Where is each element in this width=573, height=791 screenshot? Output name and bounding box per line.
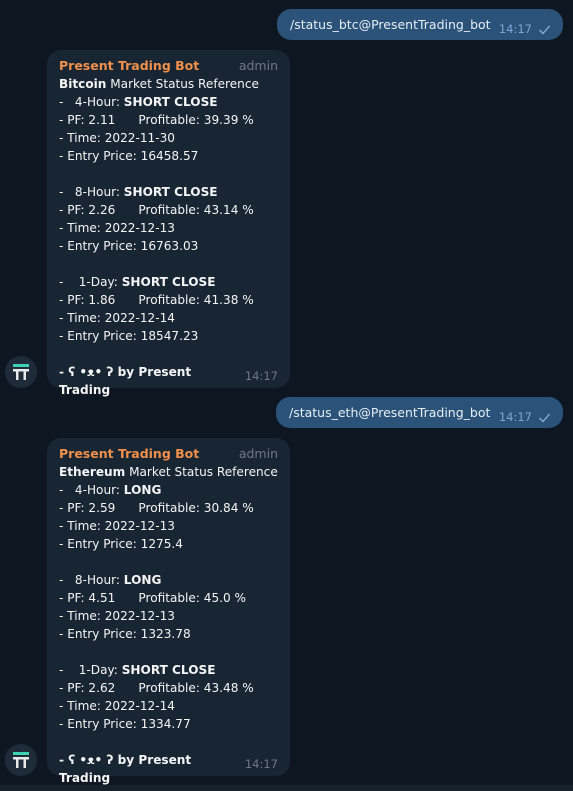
sender-role: admin: [238, 446, 278, 461]
pf-line: - PF: 1.86 Profitable: 41.38 %: [59, 293, 254, 307]
timeframe-label: - 4-Hour:: [59, 95, 124, 109]
time-line: - Time: 2022-12-14: [59, 699, 176, 713]
signature-text: - ʕ •ᴥ• ʔ by Present Trading: [59, 365, 192, 397]
title-suffix: Market Status Reference: [106, 77, 259, 91]
message-time: 14:17: [498, 22, 532, 36]
time-line: - Time: 2022-12-14: [59, 311, 176, 325]
signal-value: SHORT CLOSE: [123, 95, 218, 109]
signal-line: - 1-Day: SHORT CLOSE: [59, 273, 278, 291]
message-footer: - ʕ •ᴥ• ʔ by Present Trading 14:17: [59, 363, 278, 397]
outgoing-message[interactable]: /status_eth@PresentTrading_bot 14:17: [276, 397, 563, 428]
check-icon: [538, 25, 551, 35]
incoming-message[interactable]: Present Trading Bot admin Bitcoin Market…: [47, 50, 290, 397]
title-suffix: Market Status Reference: [125, 465, 278, 479]
signal-line: - 1-Day: SHORT CLOSE: [59, 661, 278, 679]
bot-avatar[interactable]: [5, 356, 37, 388]
pf-line: - PF: 2.59 Profitable: 30.84 %: [59, 501, 254, 515]
message-meta: 14:17: [499, 410, 551, 424]
message-footer: - ʕ •ᴥ• ʔ by Present Trading 14:17: [59, 751, 278, 785]
signal-line: - 4-Hour: SHORT CLOSE: [59, 93, 278, 111]
signal-value: SHORT CLOSE: [123, 185, 218, 199]
sender-name[interactable]: Present Trading Bot: [59, 445, 199, 463]
signature-text: - ʕ •ᴥ• ʔ by Present Trading: [59, 753, 192, 785]
message-header: Present Trading Bot admin: [59, 445, 278, 463]
entry-price-line: - Entry Price: 16763.03: [59, 239, 199, 253]
outgoing-message-text: /status_btc@PresentTrading_bot: [290, 17, 491, 32]
signal-value: LONG: [123, 573, 162, 587]
entry-price-line: - Entry Price: 1275.4: [59, 537, 183, 551]
message-time: 14:17: [244, 757, 278, 771]
time-line: - Time: 2022-11-30: [59, 131, 176, 145]
timeframe-label: - 1-Day:: [59, 663, 122, 677]
sender-role: admin: [238, 58, 278, 73]
bot-avatar[interactable]: [5, 744, 37, 776]
pf-line: - PF: 2.26 Profitable: 43.14 %: [59, 203, 254, 217]
message-time: 14:17: [244, 369, 278, 383]
timeframe-label: - 8-Hour:: [59, 185, 124, 199]
present-trading-logo-icon: [13, 752, 29, 768]
bottom-divider: [0, 785, 573, 791]
incoming-message[interactable]: Present Trading Bot admin Ethereum Marke…: [47, 438, 290, 785]
timeframe-label: - 4-Hour:: [59, 483, 124, 497]
pf-line: - PF: 4.51 Profitable: 45.0 %: [59, 591, 247, 605]
time-line: - Time: 2022-12-13: [59, 519, 176, 533]
timeframe-label: - 1-Day:: [59, 275, 122, 289]
time-line: - Time: 2022-12-13: [59, 221, 176, 235]
signal-value: LONG: [123, 483, 162, 497]
message-title: Ethereum Market Status Reference: [59, 463, 278, 481]
sender-name[interactable]: Present Trading Bot: [59, 57, 199, 75]
present-trading-logo-icon: [13, 364, 29, 380]
message-header: Present Trading Bot admin: [59, 57, 278, 75]
message-title: Bitcoin Market Status Reference: [59, 75, 278, 93]
entry-price-line: - Entry Price: 1323.78: [59, 627, 191, 641]
coin-name: Ethereum: [59, 465, 126, 479]
entry-price-line: - Entry Price: 18547.23: [59, 329, 199, 343]
entry-price-line: - Entry Price: 1334.77: [59, 717, 191, 731]
pf-line: - PF: 2.11 Profitable: 39.39 %: [59, 113, 254, 127]
entry-price-line: - Entry Price: 16458.57: [59, 149, 199, 163]
check-icon: [538, 413, 551, 423]
time-line: - Time: 2022-12-13: [59, 609, 176, 623]
signal-value: SHORT CLOSE: [121, 275, 216, 289]
outgoing-message-text: /status_eth@PresentTrading_bot: [289, 405, 491, 420]
chat-history[interactable]: /status_btc@PresentTrading_bot 14:17 Pre…: [0, 0, 573, 791]
coin-name: Bitcoin: [59, 77, 107, 91]
signal-line: - 4-Hour: LONG: [59, 481, 278, 499]
message-time: 14:17: [498, 410, 532, 424]
timeframe-label: - 8-Hour:: [59, 573, 124, 587]
message-meta: 14:17: [499, 22, 551, 36]
signal-line: - 8-Hour: LONG: [59, 571, 278, 589]
outgoing-message[interactable]: /status_btc@PresentTrading_bot 14:17: [277, 9, 563, 40]
pf-line: - PF: 2.62 Profitable: 43.48 %: [59, 681, 254, 695]
signal-value: SHORT CLOSE: [121, 663, 216, 677]
signal-line: - 8-Hour: SHORT CLOSE: [59, 183, 278, 201]
